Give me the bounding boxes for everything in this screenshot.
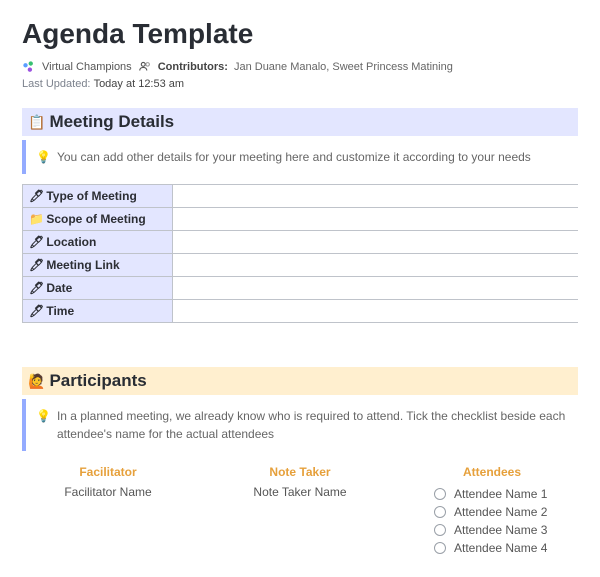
meeting-details-heading: Meeting Details (49, 112, 174, 132)
attendee-checkbox[interactable] (434, 506, 446, 518)
detail-label-cell: 🖊 Type of Meeting (23, 185, 173, 208)
clipboard-icon: 📋 (28, 114, 45, 131)
table-row: 📁 Scope of Meeting (23, 208, 579, 231)
detail-label: Scope of Meeting (46, 212, 145, 226)
facilitator-value[interactable]: Facilitator Name (22, 485, 194, 557)
detail-value-cell[interactable] (173, 231, 579, 254)
participants-heading: Participants (49, 371, 146, 391)
owner-name: Virtual Champions (42, 61, 132, 73)
attendee-name: Attendee Name 4 (454, 541, 547, 555)
byline: Virtual Champions Contributors: Jan Duan… (22, 60, 578, 74)
detail-label: Meeting Link (46, 258, 119, 272)
detail-label: Time (46, 304, 74, 318)
attendees-col-head: Attendees (406, 461, 578, 485)
pen-icon: 🖊 (29, 235, 43, 249)
lightbulb-icon: 💡 (36, 407, 51, 443)
list-item: Attendee Name 3 (406, 521, 578, 539)
details-table-scroll[interactable]: 🖊 Type of Meeting📁 Scope of Meeting🖊 Loc… (22, 184, 578, 333)
meeting-details-tip-text: You can add other details for your meeti… (57, 148, 531, 166)
attendee-checkbox[interactable] (434, 524, 446, 536)
attendee-name: Attendee Name 1 (454, 487, 547, 501)
notetaker-value[interactable]: Note Taker Name (214, 485, 386, 557)
detail-label: Location (46, 235, 96, 249)
attendee-list: Attendee Name 1 Attendee Name 2 Attendee N… (406, 485, 578, 557)
detail-label: Type of Meeting (46, 189, 136, 203)
participants-header: 🙋 Participants (22, 367, 578, 395)
attendee-name: Attendee Name 3 (454, 523, 547, 537)
last-updated-stamp: Today at 12:53 am (94, 78, 185, 90)
pen-icon: 🖊 (29, 281, 43, 295)
attendee-name: Attendee Name 2 (454, 505, 547, 519)
table-row: 🖊 Time (23, 300, 579, 323)
detail-label-cell: 🖊 Location (23, 231, 173, 254)
lightbulb-icon: 💡 (36, 148, 51, 166)
detail-value-cell[interactable] (173, 254, 579, 277)
contributors-names: Jan Duane Manalo, Sweet Princess Matinin… (234, 61, 453, 73)
participants-tip: 💡 In a planned meeting, we already know … (22, 399, 578, 451)
last-updated: Last Updated: Today at 12:53 am (22, 78, 578, 90)
list-item: Attendee Name 2 (406, 503, 578, 521)
owner-avatar-icon (22, 60, 36, 74)
participants-grid: Facilitator Note Taker Attendees Facilit… (22, 461, 578, 557)
detail-value-cell[interactable] (173, 277, 579, 300)
list-item: Attendee Name 1 (406, 485, 578, 503)
contributors-label: Contributors: (158, 61, 228, 73)
last-updated-label: Last Updated: (22, 78, 91, 90)
pen-icon: 🖊 (29, 258, 43, 272)
table-row: 🖊 Location (23, 231, 579, 254)
pen-icon: 🖊 (29, 304, 43, 318)
table-row: 🖊 Meeting Link (23, 254, 579, 277)
meeting-details-table: 🖊 Type of Meeting📁 Scope of Meeting🖊 Loc… (22, 184, 578, 323)
attendee-checkbox[interactable] (434, 488, 446, 500)
meeting-details-tip: 💡 You can add other details for your mee… (22, 140, 578, 174)
meeting-details-header: 📋 Meeting Details (22, 108, 578, 136)
notetaker-col-head: Note Taker (214, 461, 386, 485)
participants-tip-text: In a planned meeting, we already know wh… (57, 407, 568, 443)
attendee-checkbox[interactable] (434, 542, 446, 554)
detail-value-cell[interactable] (173, 185, 579, 208)
table-row: 🖊 Date (23, 277, 579, 300)
contributors-icon (138, 60, 152, 74)
pen-icon: 🖊 (29, 189, 43, 203)
detail-label-cell: 🖊 Meeting Link (23, 254, 173, 277)
detail-label-cell: 📁 Scope of Meeting (23, 208, 173, 231)
page-title: Agenda Template (22, 18, 578, 50)
detail-label: Date (46, 281, 72, 295)
detail-label-cell: 🖊 Date (23, 277, 173, 300)
detail-value-cell[interactable] (173, 300, 579, 323)
facilitator-col-head: Facilitator (22, 461, 194, 485)
detail-value-cell[interactable] (173, 208, 579, 231)
table-row: 🖊 Type of Meeting (23, 185, 579, 208)
list-item: Attendee Name 4 (406, 539, 578, 557)
detail-label-cell: 🖊 Time (23, 300, 173, 323)
raising-hand-icon: 🙋 (28, 373, 45, 390)
folder-icon: 📁 (29, 212, 43, 226)
